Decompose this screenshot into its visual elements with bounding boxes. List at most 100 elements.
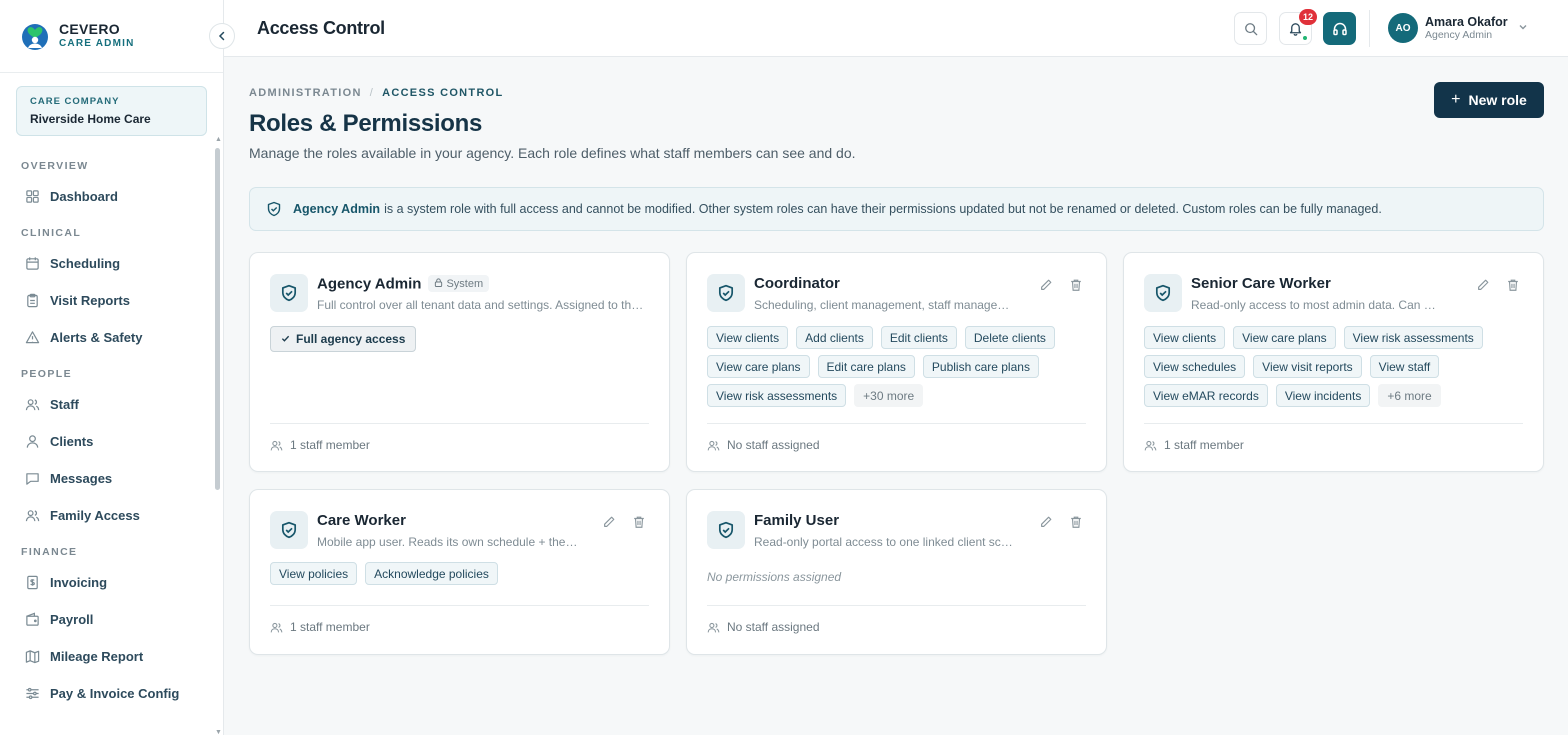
role-card-family-user[interactable]: Family User Read-only portal access to o…: [686, 489, 1107, 655]
user-icon: [24, 434, 40, 450]
clipboard-icon: [24, 293, 40, 309]
permission-tags: Full agency access: [270, 326, 649, 352]
avatar: AO: [1388, 13, 1418, 43]
search-button[interactable]: [1234, 12, 1267, 45]
sidebar-scroll-thumb[interactable]: [215, 148, 220, 490]
sidebar-item-invoicing[interactable]: Invoicing: [0, 564, 212, 601]
card-divider: [707, 423, 1086, 424]
permission-tag: View care plans: [1233, 326, 1336, 349]
sidebar-item-scheduling[interactable]: Scheduling: [0, 245, 212, 282]
banner-role-name: Agency Admin: [293, 202, 381, 216]
users-icon: [1144, 439, 1157, 452]
trash-icon[interactable]: [1068, 277, 1084, 293]
shield-check-icon: [266, 201, 282, 217]
permission-tag: Publish care plans: [922, 355, 1039, 378]
permission-tag: View risk assessments: [1343, 326, 1483, 349]
permission-tag: View care plans: [707, 355, 810, 378]
staff-count: 1 staff member: [270, 438, 370, 452]
sidebar-item-staff[interactable]: Staff: [0, 386, 212, 423]
role-card-agency-admin[interactable]: Agency Admin System Full control over all…: [249, 252, 670, 472]
sidebar-item-label: Dashboard: [50, 189, 118, 204]
sidebar-item-label: Pay & Invoice Config: [50, 686, 180, 701]
collapse-sidebar-button[interactable]: [209, 23, 235, 49]
new-role-button[interactable]: + New role: [1434, 82, 1544, 118]
nav-section-overview: OVERVIEW: [21, 160, 89, 172]
trash-icon[interactable]: [1505, 277, 1521, 293]
role-card-care-worker[interactable]: Care Worker Mobile app user. Reads its o…: [249, 489, 670, 655]
permission-tag: View clients: [1144, 326, 1226, 349]
edit-icon[interactable]: [1038, 514, 1054, 530]
sidebar-item-family-access[interactable]: Family Access: [0, 497, 212, 534]
brand-sub: CARE ADMIN: [59, 37, 135, 49]
topbar: Access Control 12 AO Amara Okafor Agency…: [224, 0, 1568, 57]
sidebar-item-label: Family Access: [50, 508, 140, 523]
sidebar-item-dashboard[interactable]: Dashboard: [0, 178, 212, 215]
user-name: Amara Okafor: [1425, 15, 1508, 29]
permission-tag: View staff: [1369, 355, 1440, 378]
sidebar-item-visit-reports[interactable]: Visit Reports: [0, 282, 212, 319]
permission-tag: View incidents: [1275, 384, 1371, 407]
sidebar-item-mileage-report[interactable]: Mileage Report: [0, 638, 212, 675]
plus-icon: +: [1451, 91, 1461, 108]
trash-icon[interactable]: [1068, 514, 1084, 530]
role-name: Senior Care Worker: [1191, 275, 1331, 292]
staff-count: No staff assigned: [707, 438, 820, 452]
company-label: CARE COMPANY: [30, 96, 120, 107]
more-permissions-tag[interactable]: +6 more: [1378, 384, 1441, 407]
role-description: Scheduling, client management, staff man…: [754, 298, 1018, 312]
permission-tag: Edit care plans: [817, 355, 915, 378]
role-description: Full control over all tenant data and se…: [317, 298, 649, 312]
staff-count-text: No staff assigned: [727, 438, 820, 452]
topbar-title: Access Control: [257, 18, 385, 38]
support-button[interactable]: [1323, 12, 1356, 45]
breadcrumb-parent[interactable]: ADMINISTRATION: [249, 87, 362, 99]
role-actions: [1475, 277, 1521, 293]
edit-icon[interactable]: [601, 514, 617, 530]
sidebar-item-label: Clients: [50, 434, 94, 449]
role-card-senior-care-worker[interactable]: Senior Care Worker Read-only access to m…: [1123, 252, 1544, 472]
permission-tag: View policies: [270, 562, 358, 585]
role-shield-icon: [270, 511, 308, 549]
role-actions: [1038, 277, 1084, 293]
users-icon: [270, 621, 283, 634]
company-selector[interactable]: CARE COMPANY Riverside Home Care: [16, 86, 207, 136]
notifications-button[interactable]: 12: [1279, 9, 1317, 45]
role-description: Mobile app user. Reads its own schedule …: [317, 535, 579, 549]
full-access-tag: Full agency access: [270, 326, 417, 352]
sidebar-item-pay-invoice-config[interactable]: Pay & Invoice Config: [0, 675, 212, 712]
nav-section-people: PEOPLE: [21, 368, 72, 380]
new-role-label: New role: [1468, 92, 1527, 108]
sidebar-item-alerts-safety[interactable]: Alerts & Safety: [0, 319, 212, 356]
notification-count-badge: 12: [1299, 9, 1317, 25]
sidebar-item-messages[interactable]: Messages: [0, 460, 212, 497]
staff-count: 1 staff member: [1144, 438, 1244, 452]
sidebar-item-payroll[interactable]: Payroll: [0, 601, 212, 638]
trash-icon[interactable]: [631, 514, 647, 530]
permission-tag: View risk assessments: [707, 384, 847, 407]
more-permissions-tag[interactable]: +30 more: [854, 384, 924, 407]
edit-icon[interactable]: [1038, 277, 1054, 293]
role-card-coordinator[interactable]: Coordinator Scheduling, client managemen…: [686, 252, 1107, 472]
sidebar-item-label: Staff: [50, 397, 79, 412]
scroll-up-arrow-icon[interactable]: ▲: [215, 136, 222, 143]
sidebar-item-label: Scheduling: [50, 256, 121, 271]
edit-icon[interactable]: [1475, 277, 1491, 293]
search-icon: [1244, 22, 1257, 35]
role-shield-icon: [707, 274, 745, 312]
permission-tag: Delete clients: [964, 326, 1055, 349]
users-icon: [24, 508, 40, 524]
full-access-label: Full agency access: [296, 332, 406, 346]
no-permissions-text: No permissions assigned: [707, 570, 842, 584]
permission-tag: View clients: [707, 326, 789, 349]
online-status-dot: [1302, 35, 1308, 41]
alert-triangle-icon: [24, 330, 40, 346]
sidebar-item-label: Payroll: [50, 612, 94, 627]
company-name: Riverside Home Care: [30, 112, 151, 126]
user-menu[interactable]: AO Amara Okafor Agency Admin: [1388, 13, 1528, 43]
permission-tags: View clients View care plans View risk a…: [1144, 326, 1523, 407]
permission-tag: Edit clients: [880, 326, 957, 349]
sidebar-scrollbar[interactable]: ▲ ▼: [215, 136, 222, 735]
staff-count-text: 1 staff member: [290, 438, 370, 452]
sidebar-item-clients[interactable]: Clients: [0, 423, 212, 460]
scroll-down-arrow-icon[interactable]: ▼: [215, 729, 222, 735]
